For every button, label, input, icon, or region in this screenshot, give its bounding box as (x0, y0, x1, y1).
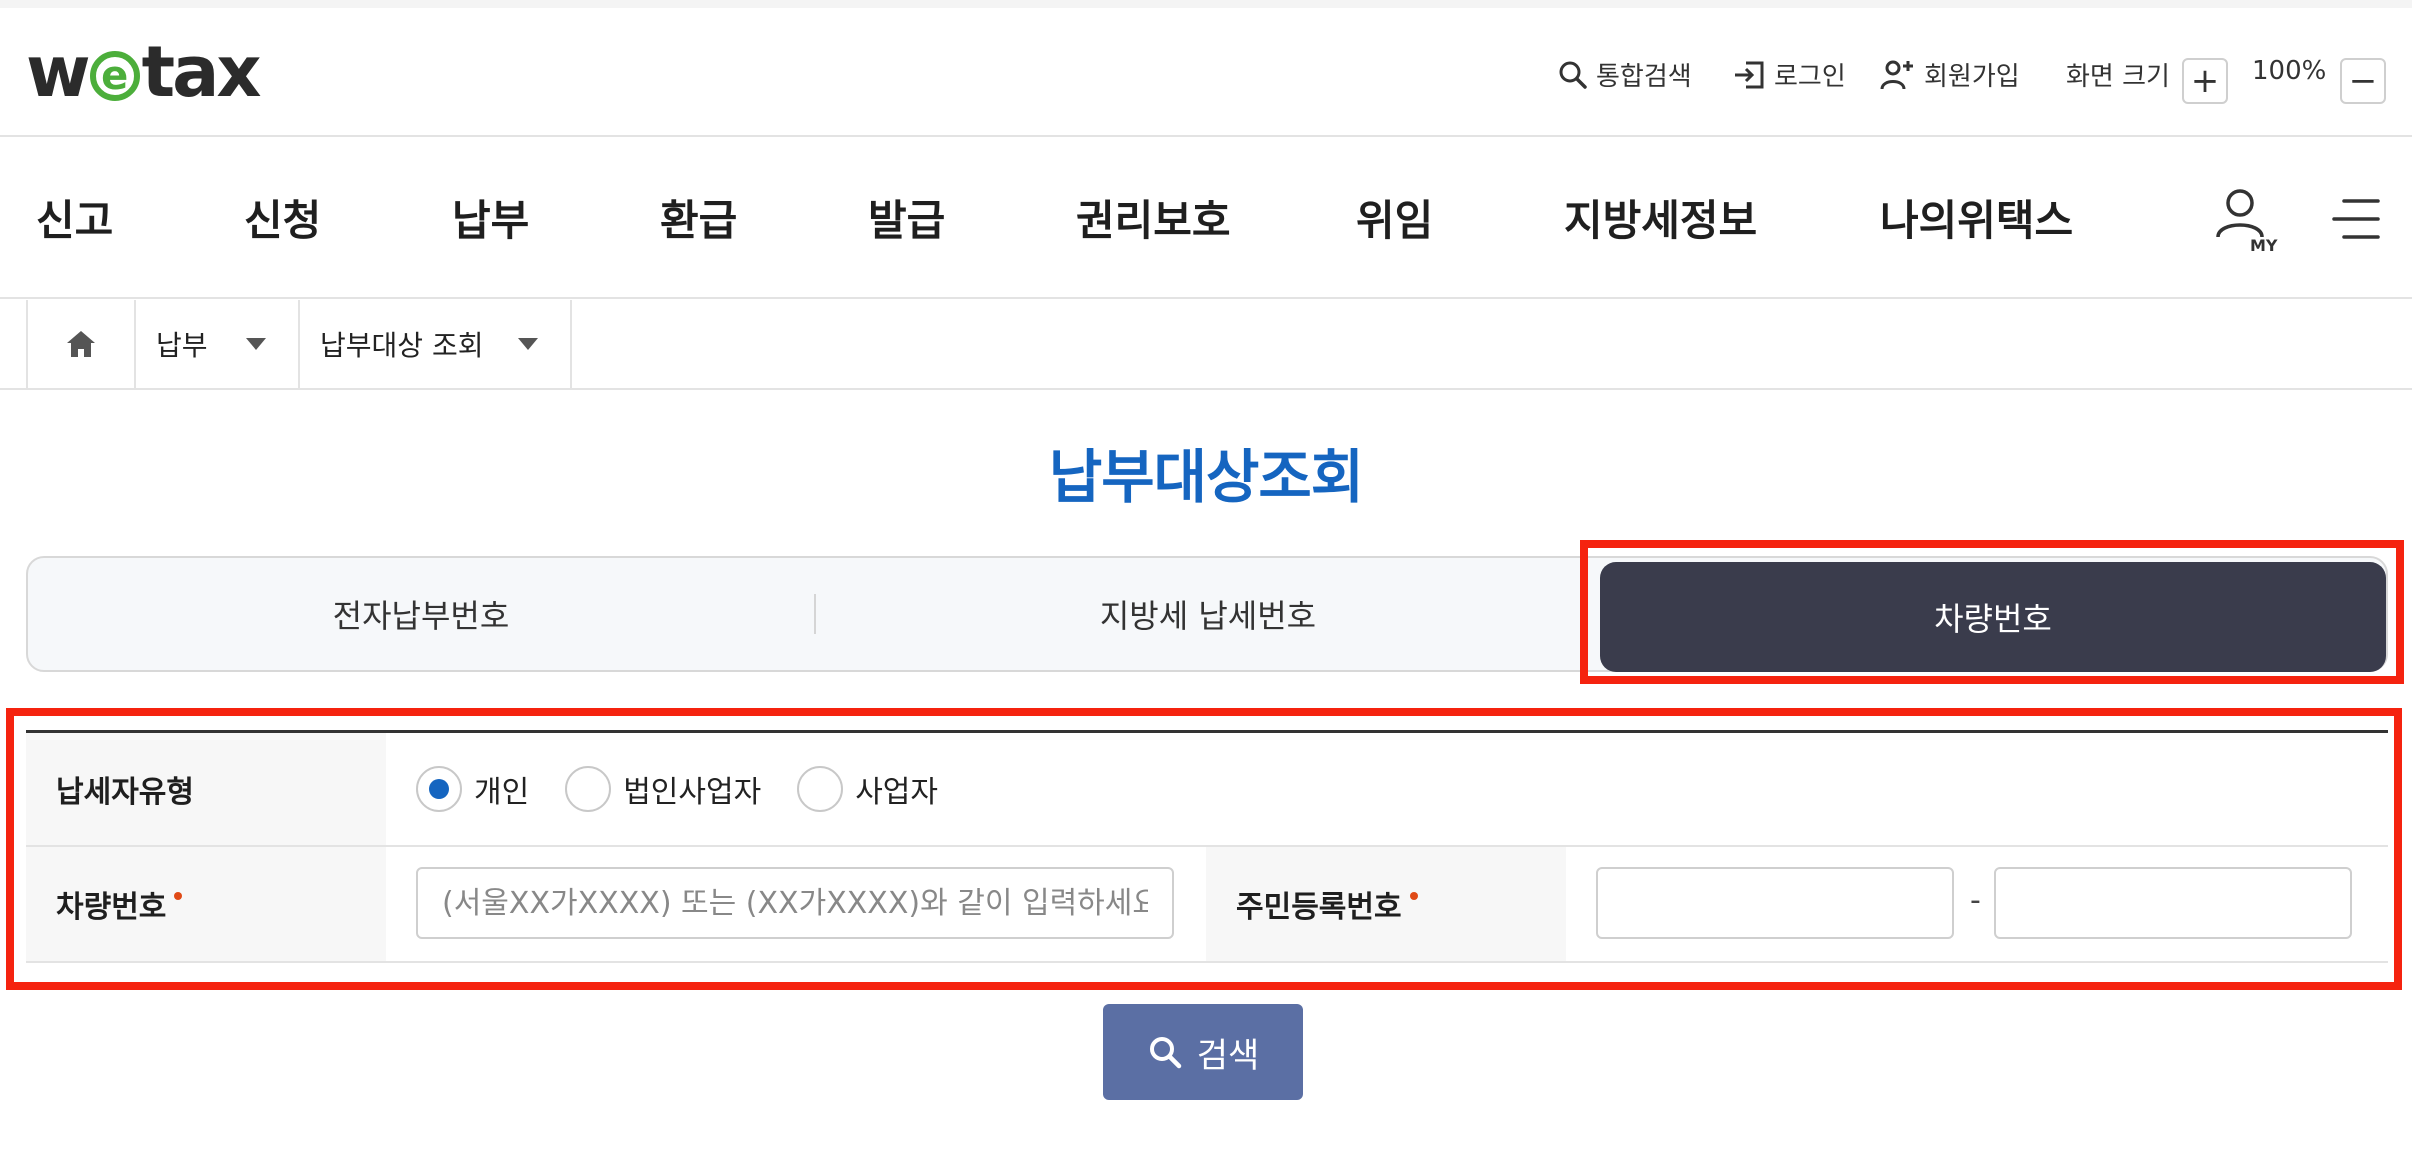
gnb-item-apply[interactable]: 신청 (244, 187, 321, 248)
my-page-icon[interactable]: MY (2212, 185, 2282, 255)
search-button-label: 검색 (1196, 1036, 1260, 1075)
login-link[interactable]: 로그인 (1732, 56, 1846, 93)
zoom-value: 100% (2252, 56, 2327, 86)
breadcrumb: 납부 납부대상 조회 (0, 300, 2412, 390)
tab-electronic-payment-number[interactable]: 전자납부번호 (28, 558, 814, 670)
chevron-down-icon (518, 338, 538, 350)
search-button[interactable]: 검색 (1103, 1004, 1303, 1100)
highlight-box-tab (1580, 540, 2404, 684)
zoom-in-button[interactable]: + (2182, 58, 2228, 104)
search-icon (1149, 1037, 1181, 1069)
wetax-logo[interactable]: w e tax (26, 31, 262, 113)
breadcrumb-level2[interactable]: 납부대상 조회 (298, 300, 572, 388)
add-user-icon (1880, 60, 1913, 89)
gnb-item-local-tax-info[interactable]: 지방세정보 (1564, 187, 1757, 248)
login-icon (1735, 61, 1764, 88)
gnb-item-issue[interactable]: 발급 (868, 187, 945, 248)
home-icon (67, 331, 95, 357)
breadcrumb-home[interactable] (26, 300, 134, 388)
gnb-item-my-wetax[interactable]: 나의위택스 (1880, 187, 2073, 248)
gnb-item-report[interactable]: 신고 (36, 187, 113, 248)
hamburger-menu-icon[interactable] (2330, 195, 2382, 243)
chevron-down-icon (246, 338, 266, 350)
top-strip (0, 0, 2412, 8)
highlight-box-form (6, 708, 2402, 990)
signup-link[interactable]: 회원가입 (1880, 56, 2020, 93)
zoom-label: 화면 크기 (2066, 62, 2170, 92)
breadcrumb-level1-label: 납부 (156, 329, 208, 362)
breadcrumb-level1[interactable]: 납부 (134, 300, 298, 388)
tab-local-tax-number[interactable]: 지방세 납세번호 (816, 558, 1600, 670)
login-label: 로그인 (1774, 62, 1846, 92)
my-icon-label: MY (2250, 236, 2278, 255)
page-title: 납부대상조회 (1048, 443, 1364, 511)
gnb-item-payment[interactable]: 납부 (452, 187, 529, 248)
gnb-item-rights[interactable]: 권리보호 (1076, 187, 1231, 248)
breadcrumb-level2-label: 납부대상 조회 (320, 329, 484, 362)
site-header: w e tax 통합검색 로그인 회원가입 화면 크기 + 100% − (0, 8, 2412, 137)
gnb-item-refund[interactable]: 환급 (660, 187, 737, 248)
zoom-out-button[interactable]: − (2340, 58, 2386, 104)
signup-label: 회원가입 (1924, 62, 2020, 92)
integrated-search-label: 통합검색 (1596, 62, 1692, 92)
global-nav: 신고 신청 납부 환급 발급 권리보호 위임 지방세정보 나의위택스 MY (0, 139, 2412, 299)
gnb-item-delegation[interactable]: 위임 (1356, 187, 1433, 248)
integrated-search-link[interactable]: 통합검색 (1558, 56, 1692, 93)
search-icon (1559, 61, 1587, 89)
